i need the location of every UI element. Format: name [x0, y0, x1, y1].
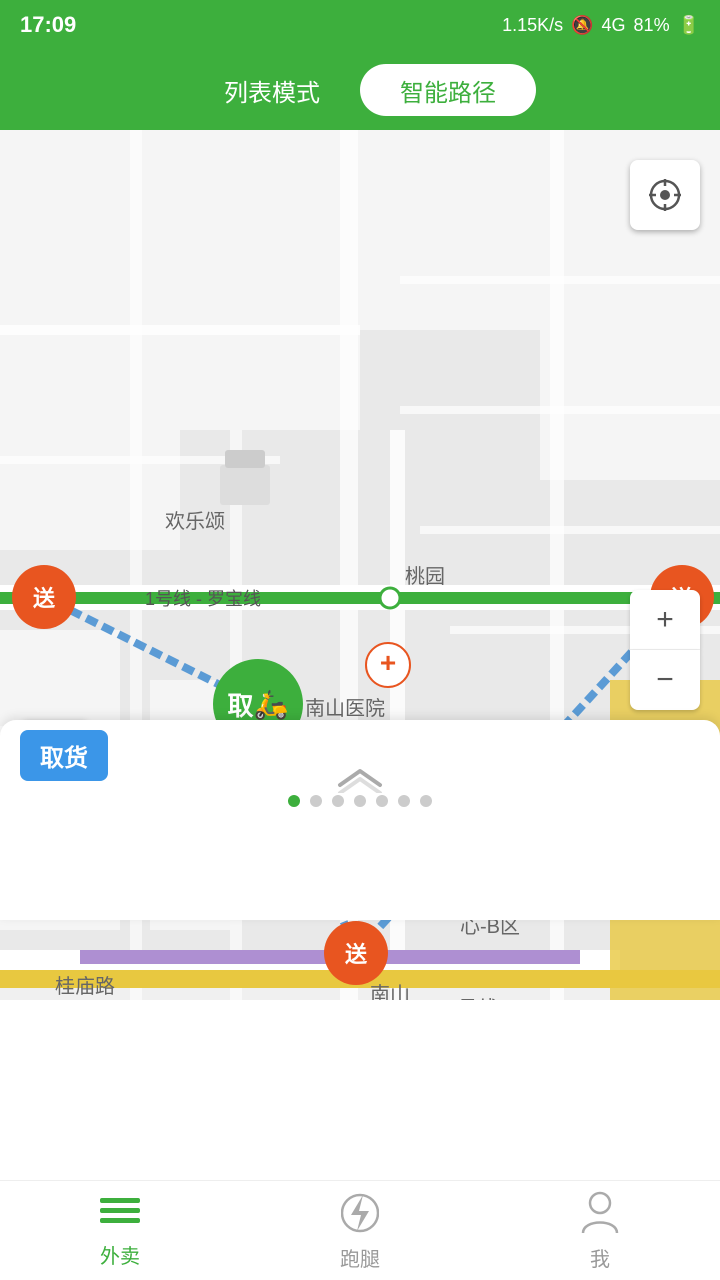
nav-item-waimai[interactable]: 外卖	[0, 1192, 240, 1269]
crosshair-icon	[647, 177, 683, 213]
network-speed: 1.15K/s	[502, 15, 563, 36]
nav-item-me[interactable]: 我	[480, 1189, 720, 1272]
nav-label-paotui: 跑腿	[340, 1243, 380, 1272]
label-line11: 1 1号线	[430, 992, 498, 1000]
tab-list[interactable]: 列表模式	[184, 64, 360, 116]
lightning-icon	[341, 1189, 379, 1237]
label-huelsonge: 欢乐颂	[165, 505, 225, 534]
nav-item-paotui[interactable]: 跑腿	[240, 1189, 480, 1272]
battery-icon: 🔋	[678, 15, 700, 36]
panel-expand-handle[interactable]	[330, 763, 390, 798]
map-area: + 欢乐颂 桃园 南山医院 巷头 桂庙路 南山 1 1号线 滨海大道 南新路 瑞…	[0, 130, 720, 1000]
dot-6	[398, 795, 410, 807]
zoom-controls: + −	[630, 590, 700, 710]
dot-1	[288, 795, 300, 807]
status-bar: 17:09 1.15K/s 🔕 4G 81% 🔋	[0, 0, 720, 50]
tab-bar: 列表模式 智能路径	[0, 50, 720, 130]
status-right: 1.15K/s 🔕 4G 81% 🔋	[502, 15, 700, 36]
network-type: 4G	[602, 15, 626, 36]
location-button[interactable]	[630, 160, 700, 230]
label-line1: 1号线 - 罗宝线	[145, 585, 261, 611]
dot-7	[420, 795, 432, 807]
label-hospital: 南山医院	[305, 692, 385, 721]
label-nanshan: 南山	[370, 978, 410, 1000]
marker-delivery-bottom[interactable]: 送	[324, 921, 388, 985]
person-icon	[579, 1189, 621, 1237]
zoom-out-button[interactable]: −	[630, 650, 700, 710]
battery: 81%	[634, 15, 670, 36]
nav-label-waimai: 外卖	[100, 1240, 140, 1269]
marker-delivery-left[interactable]: 送	[12, 565, 76, 629]
svg-text:+: +	[380, 647, 396, 678]
tab-smart-route[interactable]: 智能路径	[360, 64, 536, 116]
menu-icon	[96, 1192, 144, 1234]
label-taoyuan: 桃园	[405, 560, 445, 589]
time: 17:09	[20, 12, 76, 38]
bottom-nav: 外卖 跑腿 我	[0, 1180, 720, 1280]
signal-icon: 🔕	[571, 15, 593, 36]
pickup-badge[interactable]: 取货	[20, 730, 108, 781]
chevron-up-icon	[330, 763, 390, 793]
zoom-in-button[interactable]: +	[630, 590, 700, 650]
nav-label-me: 我	[590, 1243, 610, 1272]
label-guimiao: 桂庙路	[55, 970, 115, 999]
bottom-panel: 取货	[0, 720, 720, 920]
dot-2	[310, 795, 322, 807]
